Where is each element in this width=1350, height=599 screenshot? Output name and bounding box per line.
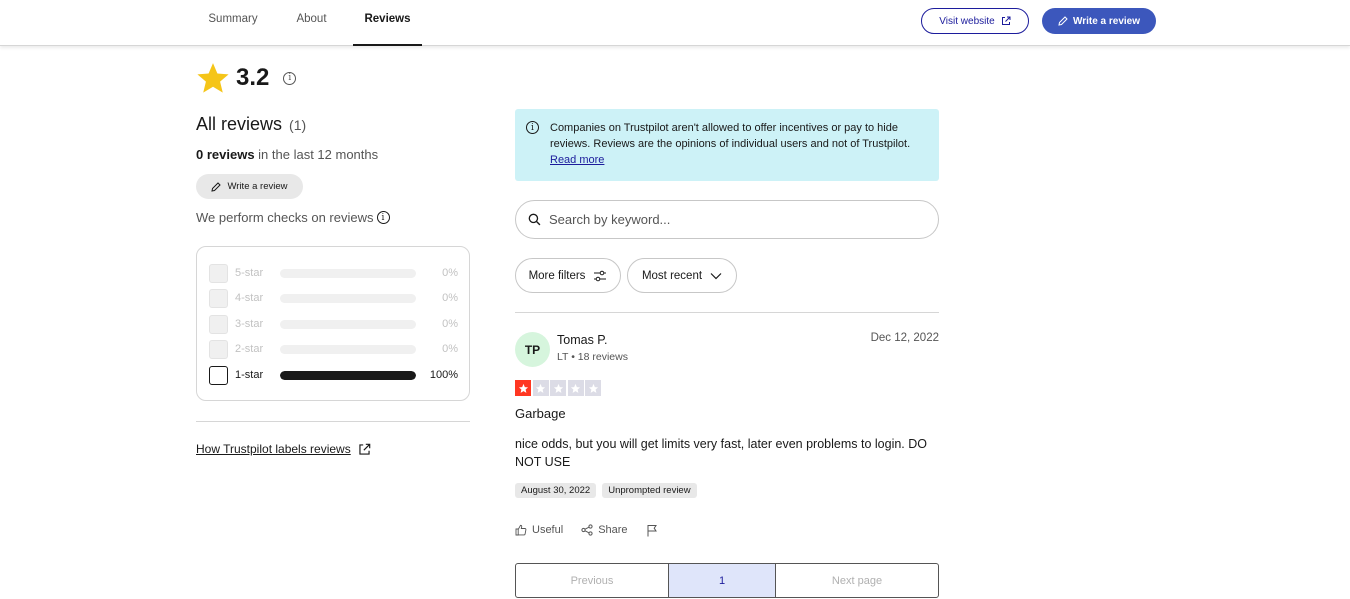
review-tags: August 30, 2022 Unprompted review: [515, 483, 697, 498]
rating-value: 3.2: [236, 64, 270, 91]
checks-info[interactable]: We perform checks on reviews i: [196, 210, 390, 225]
divider: [196, 421, 470, 422]
flag-icon: [647, 524, 657, 536]
star-empty-icon: [532, 380, 549, 396]
review-star-rating: [515, 380, 601, 396]
star-filter-checkbox-5: [209, 263, 228, 283]
star-filter-percent: 0%: [442, 343, 458, 355]
pencil-icon: [211, 181, 222, 192]
star-filter-box: 5-star 0% 4-star 0% 3-star 0% 2-star 0% …: [196, 246, 470, 401]
experience-date-tag: August 30, 2022: [515, 483, 597, 498]
info-icon[interactable]: i: [376, 211, 390, 224]
write-review-button[interactable]: Write a review: [1042, 8, 1156, 34]
how-link-label: How Trustpilot labels reviews: [196, 442, 351, 456]
star-filter-row-2: 2-star 0%: [209, 339, 459, 359]
overall-rating: 3.2 i: [196, 60, 297, 96]
visit-website-label: Visit website: [939, 15, 995, 27]
star-filter-checkbox-3: [209, 314, 228, 334]
external-link-icon: [359, 443, 371, 455]
star-empty-icon: [567, 380, 584, 396]
star-filter-checkbox-4: [209, 288, 228, 308]
all-reviews-heading: All reviews (1): [196, 114, 306, 135]
sort-dropdown[interactable]: Most recent: [627, 258, 737, 293]
star-filter-row-1[interactable]: 1-star 100%: [209, 365, 459, 385]
all-reviews-count: (1): [289, 117, 307, 133]
unprompted-review-tag[interactable]: Unprompted review: [602, 483, 697, 498]
external-link-icon: [1001, 16, 1011, 25]
review-body: nice odds, but you will get limits very …: [515, 437, 927, 469]
notice-text: Companies on Trustpilot aren't allowed t…: [550, 122, 911, 150]
next-page-button[interactable]: Next page: [776, 564, 938, 597]
sort-label: Most recent: [641, 269, 703, 282]
share-button[interactable]: Share: [581, 524, 628, 536]
more-filters-button[interactable]: More filters: [515, 258, 621, 293]
write-review-label: Write a review: [1072, 15, 1141, 27]
star-filled-icon: [515, 380, 531, 396]
visit-website-button[interactable]: Visit website: [921, 8, 1029, 34]
tab-about[interactable]: About: [284, 0, 339, 46]
share-label: Share: [598, 524, 628, 536]
star-icon: [197, 63, 229, 93]
review-actions: Useful Share: [515, 521, 658, 539]
star-filter-label: 3-star: [235, 318, 264, 330]
star-filter-percent: 0%: [442, 318, 458, 330]
filter-sliders-icon: [594, 270, 607, 281]
star-filter-percent: 0%: [442, 267, 458, 279]
star-filter-bar: [280, 268, 416, 278]
star-filter-row-3: 3-star 0%: [209, 314, 459, 334]
page-1-button[interactable]: 1: [669, 564, 776, 597]
checks-label: We perform checks on reviews: [196, 210, 374, 225]
tab-reviews[interactable]: Reviews: [353, 0, 422, 46]
star-empty-icon: [585, 380, 601, 396]
star-filter-row-4: 4-star 0%: [209, 288, 459, 308]
star-filter-checkbox-1[interactable]: [209, 365, 228, 385]
pencil-icon: [1058, 16, 1068, 26]
star-filter-bar: [280, 344, 416, 354]
pagination: Previous 1 Next page: [515, 563, 939, 598]
star-filter-bar: [280, 293, 416, 303]
search-placeholder: Search by keyword...: [549, 212, 671, 227]
star-filter-label: 2-star: [235, 343, 264, 355]
share-icon: [581, 524, 593, 536]
divider: [515, 312, 939, 313]
more-filters-label: More filters: [528, 269, 586, 282]
tab-summary[interactable]: Summary: [196, 0, 270, 46]
reviews-period: 0 reviews in the last 12 months: [196, 147, 378, 162]
review-date: Dec 12, 2022: [870, 332, 939, 344]
star-filter-percent: 0%: [442, 292, 458, 304]
read-more-link[interactable]: Read more: [550, 154, 604, 166]
search-icon: [528, 213, 541, 226]
info-icon[interactable]: i: [283, 71, 297, 85]
all-reviews-label: All reviews: [196, 114, 283, 134]
top-navigation: Summary About Reviews Visit website Writ…: [0, 0, 1350, 46]
search-input[interactable]: Search by keyword...: [515, 200, 939, 239]
period-text: in the last 12 months: [258, 147, 379, 162]
star-filter-label: 4-star: [235, 292, 264, 304]
star-filter-label: 5-star: [235, 267, 264, 279]
star-empty-icon: [550, 380, 566, 396]
chevron-down-icon: [710, 272, 722, 279]
star-filter-bar: [280, 319, 416, 329]
avatar[interactable]: TP: [515, 332, 550, 367]
star-filter-label: 1-star: [235, 369, 264, 381]
thumbs-up-icon: [515, 524, 527, 536]
incentive-notice: i Companies on Trustpilot aren't allowed…: [515, 109, 939, 181]
period-count: 0 reviews: [196, 147, 255, 162]
star-filter-checkbox-2: [209, 339, 228, 359]
write-review-secondary-label: Write a review: [227, 181, 288, 192]
write-review-secondary-button[interactable]: Write a review: [196, 174, 303, 199]
star-filter-bar-fill: [280, 370, 416, 380]
reviewer-meta: LT • 18 reviews: [557, 351, 628, 363]
report-button[interactable]: [646, 524, 658, 537]
useful-label: Useful: [532, 524, 564, 536]
star-filter-row-5: 5-star 0%: [209, 263, 459, 283]
star-filter-bar: [280, 370, 416, 380]
star-filter-percent: 100%: [429, 369, 458, 381]
previous-page-button[interactable]: Previous: [516, 564, 669, 597]
useful-button[interactable]: Useful: [515, 524, 563, 536]
review-title[interactable]: Garbage: [515, 406, 566, 421]
info-icon: i: [526, 121, 539, 134]
how-trustpilot-labels-link[interactable]: How Trustpilot labels reviews: [196, 442, 371, 456]
reviewer-name[interactable]: Tomas P.: [557, 333, 608, 347]
